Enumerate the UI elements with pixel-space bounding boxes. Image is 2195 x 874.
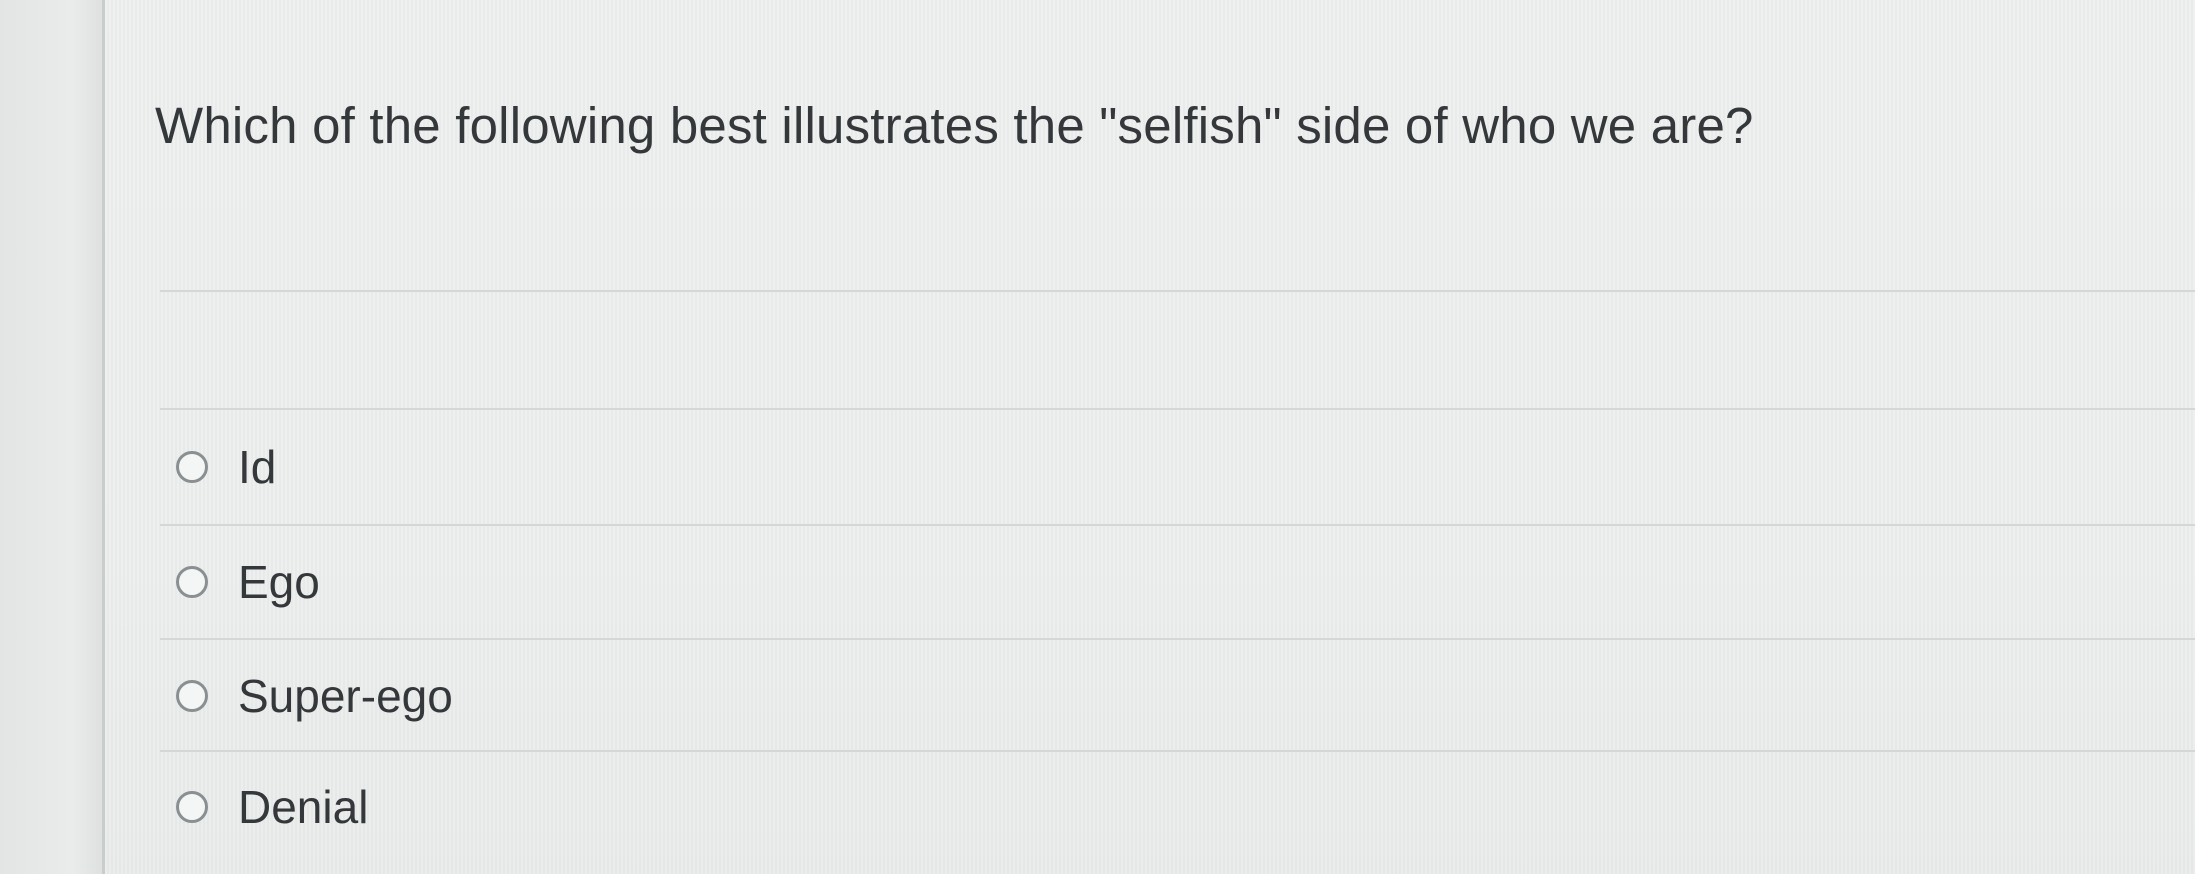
answer-option-label: Super-ego: [238, 670, 453, 722]
divider: [160, 638, 2195, 640]
radio-button[interactable]: [176, 566, 208, 598]
radio-button[interactable]: [176, 680, 208, 712]
radio-button[interactable]: [176, 451, 208, 483]
left-gutter: [0, 0, 104, 874]
radio-button[interactable]: [176, 791, 208, 823]
answer-option-label: Ego: [238, 556, 320, 608]
divider: [160, 290, 2195, 292]
divider: [160, 524, 2195, 526]
answer-option-label: Id: [238, 441, 277, 493]
answer-option-ego[interactable]: Ego: [176, 547, 320, 617]
divider: [160, 750, 2195, 752]
question-text: Which of the following best illustrates …: [155, 97, 1754, 154]
answer-option-denial[interactable]: Denial: [176, 772, 368, 842]
divider: [160, 408, 2195, 410]
answer-option-id[interactable]: Id: [176, 432, 276, 502]
answer-option-label: Denial: [238, 781, 369, 833]
answer-option-super-ego[interactable]: Super-ego: [176, 661, 453, 731]
